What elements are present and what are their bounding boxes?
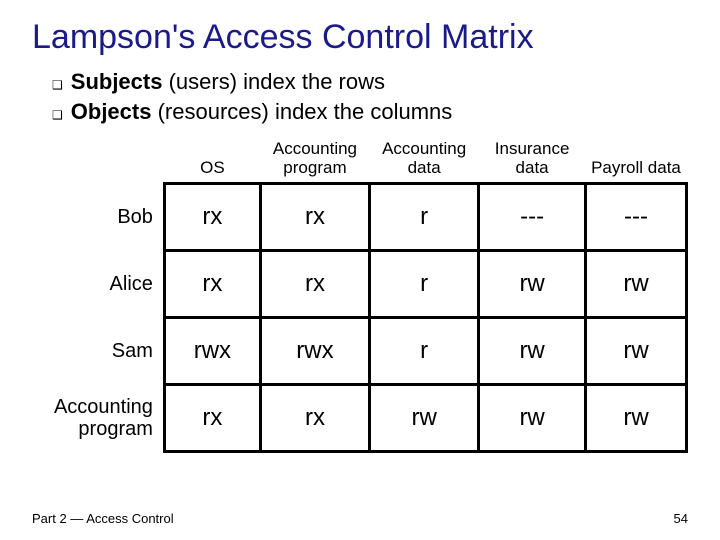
matrix-cell: ---: [585, 183, 686, 250]
col-header: Accounting program: [260, 140, 369, 183]
matrix-cell: rx: [164, 183, 260, 250]
matrix-cell: ---: [479, 183, 586, 250]
col-header: Accounting data: [370, 140, 479, 183]
table-header-row: OS Accounting program Accounting data In…: [42, 140, 687, 183]
matrix-cell: rwx: [164, 317, 260, 384]
access-control-matrix: OS Accounting program Accounting data In…: [42, 140, 688, 452]
matrix-cell: rw: [370, 384, 479, 451]
row-label: Alice: [42, 250, 164, 317]
matrix-cell: rx: [260, 183, 369, 250]
matrix-cell: rx: [164, 384, 260, 451]
bullet-text: Subjects (users) index the rows: [71, 67, 385, 97]
row-label: Sam: [42, 317, 164, 384]
matrix-cell: rw: [585, 250, 686, 317]
matrix-cell: rw: [479, 384, 586, 451]
matrix-cell: rx: [260, 250, 369, 317]
table-row: Sam rwx rwx r rw rw: [42, 317, 687, 384]
bullet-text: Objects (resources) index the columns: [71, 97, 453, 127]
row-label: Accounting program: [42, 384, 164, 451]
table-row: Alice rx rx r rw rw: [42, 250, 687, 317]
matrix-cell: rw: [585, 384, 686, 451]
matrix-cell: rx: [260, 384, 369, 451]
col-header: Payroll data: [585, 140, 686, 183]
matrix-cell: rw: [479, 317, 586, 384]
row-label: Bob: [42, 183, 164, 250]
page-title: Lampson's Access Control Matrix: [32, 18, 688, 57]
matrix-cell: r: [370, 317, 479, 384]
footer: Part 2 — Access Control 54: [32, 511, 688, 526]
matrix-cell: rw: [479, 250, 586, 317]
bullet-item: ❑ Objects (resources) index the columns: [52, 97, 688, 127]
square-bullet-icon: ❑: [52, 74, 63, 96]
footer-left: Part 2 — Access Control: [32, 511, 174, 526]
col-header: OS: [164, 140, 260, 183]
table-row: Bob rx rx r --- ---: [42, 183, 687, 250]
matrix-cell: rwx: [260, 317, 369, 384]
matrix-cell: r: [370, 183, 479, 250]
square-bullet-icon: ❑: [52, 104, 63, 126]
matrix-cell: rx: [164, 250, 260, 317]
matrix-cell: rw: [585, 317, 686, 384]
bullet-item: ❑ Subjects (users) index the rows: [52, 67, 688, 97]
bullet-list: ❑ Subjects (users) index the rows ❑ Obje…: [52, 67, 688, 126]
table-row: Accounting program rx rx rw rw rw: [42, 384, 687, 451]
matrix-cell: r: [370, 250, 479, 317]
col-header: Insurance data: [479, 140, 586, 183]
page-number: 54: [674, 511, 688, 526]
